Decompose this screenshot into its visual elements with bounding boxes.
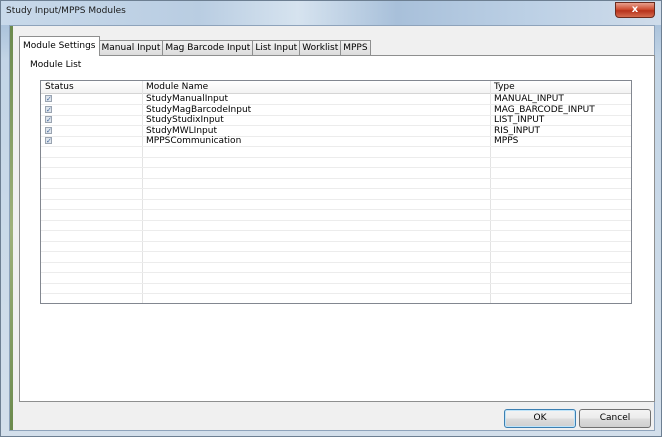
list-header: Status Module Name Type: [41, 81, 631, 94]
table-row: [41, 231, 631, 242]
column-header-status[interactable]: Status: [45, 81, 74, 93]
table-row: [41, 178, 631, 189]
status-checkbox[interactable]: ✓: [45, 137, 52, 145]
module-name-cell: StudyManualInput: [146, 94, 228, 104]
table-row: [41, 294, 631, 304]
table-row: [41, 252, 631, 263]
table-row: [41, 210, 631, 221]
table-row: [41, 273, 631, 284]
table-row[interactable]: ✓ StudyMWLInput RIS_INPUT: [41, 126, 631, 137]
table-row[interactable]: ✓ StudyManualInput MANUAL_INPUT: [41, 94, 631, 105]
table-row: [41, 199, 631, 210]
module-list-label: Module List: [30, 60, 82, 70]
status-checkbox[interactable]: ✓: [45, 105, 52, 113]
status-checkbox[interactable]: ✓: [45, 116, 52, 124]
tab-mpps[interactable]: MPPS: [340, 40, 371, 56]
table-row: [41, 147, 631, 158]
table-row[interactable]: ✓ StudyMagBarcodeInput MAG_BARCODE_INPUT: [41, 105, 631, 116]
module-list[interactable]: Status Module Name Type ✓ StudyManualInpu…: [40, 80, 632, 304]
column-header-module-name[interactable]: Module Name: [146, 81, 208, 93]
table-row: [41, 262, 631, 273]
tab-list-input[interactable]: List Input: [252, 40, 301, 56]
module-name-cell: MPPSCommunication: [146, 136, 242, 146]
tab-worklist[interactable]: Worklist: [299, 40, 342, 56]
module-name-cell: StudyStudixInput: [146, 115, 224, 125]
tab-manual-input[interactable]: Manual Input: [98, 40, 164, 56]
cancel-button[interactable]: Cancel: [579, 409, 651, 428]
window-accent-border: [10, 26, 13, 430]
dialog-window: Study Input/MPPS Modules x Module Settin…: [0, 0, 662, 437]
module-type-cell: LIST_INPUT: [494, 115, 545, 125]
tab-mag-barcode-input[interactable]: Mag Barcode Input: [162, 40, 254, 56]
status-checkbox[interactable]: ✓: [45, 126, 52, 134]
column-header-type[interactable]: Type: [494, 81, 515, 93]
table-row: [41, 168, 631, 179]
status-checkbox[interactable]: ✓: [45, 95, 52, 103]
table-row: [41, 157, 631, 168]
dialog-client-area: Module Settings Manual Input Mag Barcode…: [9, 25, 655, 431]
module-type-cell: MAG_BARCODE_INPUT: [494, 104, 595, 115]
ok-button[interactable]: OK: [504, 409, 576, 428]
window-title: Study Input/MPPS Modules: [6, 6, 126, 16]
table-row[interactable]: ✓ MPPSCommunication MPPS: [41, 136, 631, 147]
module-settings-page: Module List Status Module Name Type ✓ Stu…: [19, 55, 655, 402]
table-row: [41, 189, 631, 200]
title-bar[interactable]: Study Input/MPPS Modules x: [1, 1, 661, 25]
module-type-cell: MANUAL_INPUT: [494, 94, 564, 104]
close-button[interactable]: x: [615, 2, 655, 18]
tab-strip: Module Settings Manual Input Mag Barcode…: [19, 36, 371, 56]
tab-module-settings[interactable]: Module Settings: [19, 36, 100, 56]
module-name-cell: StudyMagBarcodeInput: [146, 104, 252, 115]
table-row[interactable]: ✓ StudyStudixInput LIST_INPUT: [41, 115, 631, 126]
module-type-cell: MPPS: [494, 136, 519, 146]
module-name-cell: StudyMWLInput: [146, 125, 217, 136]
table-row: [41, 241, 631, 252]
module-type-cell: RIS_INPUT: [494, 125, 541, 136]
table-row: [41, 283, 631, 294]
table-row: [41, 220, 631, 231]
